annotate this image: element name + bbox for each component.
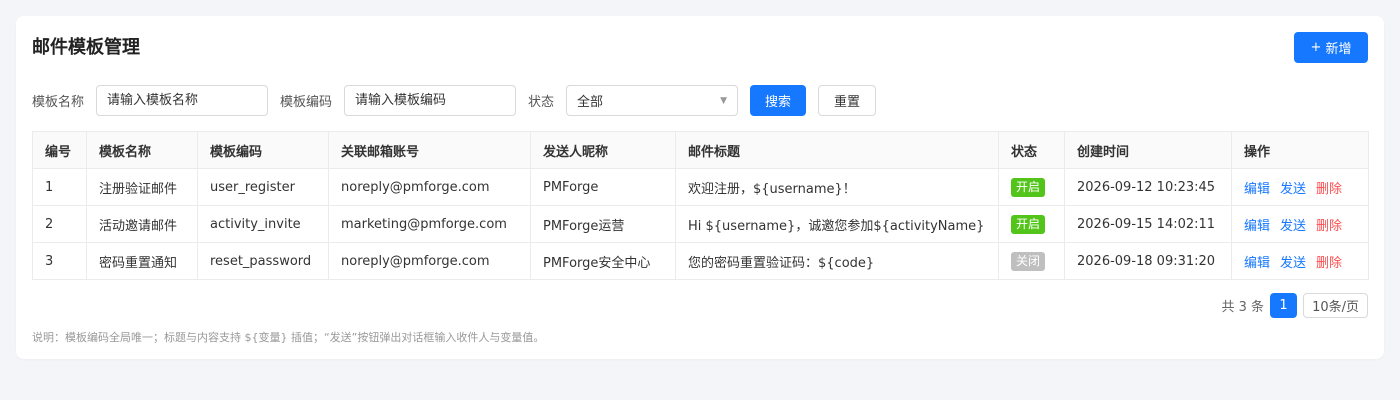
chevron-down-icon: ▼ bbox=[720, 95, 728, 106]
column-header-name: 模板名称 bbox=[86, 131, 198, 169]
cell-id: 1 bbox=[32, 168, 87, 206]
status-select-value: 全部 bbox=[577, 95, 604, 110]
delete-link[interactable]: 删除 bbox=[1316, 219, 1342, 234]
cell-subject: 欢迎注册，${username}！ bbox=[675, 168, 999, 206]
cell-sender: PMForge安全中心 bbox=[530, 242, 676, 280]
column-header-actions: 操作 bbox=[1231, 131, 1369, 169]
cell-id: 2 bbox=[32, 205, 87, 243]
cell-actions: 编辑 发送 删除 bbox=[1231, 242, 1369, 280]
cell-actions: 编辑 发送 删除 bbox=[1231, 168, 1369, 206]
cell-email: marketing@pmforge.com bbox=[328, 205, 531, 243]
cell-name: 注册验证邮件 bbox=[86, 168, 198, 206]
edit-link[interactable]: 编辑 bbox=[1244, 219, 1270, 234]
cell-created: 2026-09-15 14:02:11 bbox=[1064, 205, 1232, 243]
status-badge: 开启 bbox=[1011, 214, 1046, 234]
cell-id: 3 bbox=[32, 242, 87, 280]
cell-email: noreply@pmforge.com bbox=[328, 168, 531, 206]
cell-created: 2026-09-12 10:23:45 bbox=[1064, 168, 1232, 206]
status-select[interactable]: 全部 ▼ bbox=[566, 85, 739, 116]
filter-bar: 模板名称 模板编码 状态 全部 ▼ 搜索 重置 bbox=[32, 85, 877, 116]
cell-subject: 您的密码重置验证码：${code} bbox=[675, 242, 999, 280]
send-link[interactable]: 发送 bbox=[1280, 182, 1306, 197]
pagination: 共 3 条 1 10条/页 bbox=[1222, 293, 1368, 318]
column-header-id: 编号 bbox=[32, 131, 87, 169]
cell-actions: 编辑 发送 删除 bbox=[1231, 205, 1369, 243]
reset-button[interactable]: 重置 bbox=[818, 85, 877, 116]
template-code-label: 模板编码 bbox=[280, 95, 333, 110]
plus-icon: + bbox=[1310, 40, 1322, 55]
cell-subject: Hi ${username}，诚邀您参加${activityName} bbox=[675, 205, 999, 243]
add-template-button[interactable]: + 新增 bbox=[1294, 32, 1368, 63]
edit-link[interactable]: 编辑 bbox=[1244, 256, 1270, 271]
status-badge: 关闭 bbox=[1011, 251, 1046, 271]
cell-status: 开启 bbox=[998, 168, 1065, 206]
status-badge: 开启 bbox=[1011, 177, 1046, 197]
template-name-label: 模板名称 bbox=[32, 95, 85, 110]
add-button-label: 新增 bbox=[1325, 42, 1352, 57]
cell-name: 密码重置通知 bbox=[86, 242, 198, 280]
template-name-input[interactable] bbox=[96, 85, 269, 116]
column-header-status: 状态 bbox=[998, 131, 1065, 169]
page-button-1[interactable]: 1 bbox=[1270, 293, 1298, 318]
column-header-sender: 发送人昵称 bbox=[530, 131, 676, 169]
cell-created: 2026-09-18 09:31:20 bbox=[1064, 242, 1232, 280]
search-button[interactable]: 搜索 bbox=[750, 85, 807, 116]
total-count: 共 3 条 bbox=[1221, 300, 1265, 315]
delete-link[interactable]: 删除 bbox=[1316, 182, 1342, 197]
template-code-input[interactable] bbox=[344, 85, 517, 116]
cell-email: noreply@pmforge.com bbox=[328, 242, 531, 280]
column-header-code: 模板编码 bbox=[197, 131, 329, 169]
delete-link[interactable]: 删除 bbox=[1316, 256, 1342, 271]
page-title: 邮件模板管理 bbox=[32, 37, 140, 58]
template-card: 邮件模板管理 + 新增 模板名称 模板编码 状态 全部 ▼ 搜索 重置 编号 模… bbox=[16, 16, 1384, 359]
table-row: 1 注册验证邮件 user_register noreply@pmforge.c… bbox=[32, 168, 1369, 206]
table-row: 2 活动邀请邮件 activity_invite marketing@pmfor… bbox=[32, 205, 1369, 243]
cell-code: reset_password bbox=[197, 242, 329, 280]
status-label: 状态 bbox=[528, 95, 555, 110]
table-row: 3 密码重置通知 reset_password noreply@pmforge.… bbox=[32, 242, 1369, 280]
column-header-email: 关联邮箱账号 bbox=[328, 131, 531, 169]
cell-status: 开启 bbox=[998, 205, 1065, 243]
column-header-subject: 邮件标题 bbox=[675, 131, 999, 169]
column-header-created: 创建时间 bbox=[1064, 131, 1232, 169]
cell-code: activity_invite bbox=[197, 205, 329, 243]
cell-sender: PMForge bbox=[530, 168, 676, 206]
page-size-select[interactable]: 10条/页 bbox=[1303, 293, 1368, 318]
send-link[interactable]: 发送 bbox=[1280, 256, 1306, 271]
cell-code: user_register bbox=[197, 168, 329, 206]
help-note: 说明：模板编码全局唯一；标题与内容支持 ${变量} 插值；“发送”按钮弹出对话框… bbox=[32, 331, 545, 344]
table-header-row: 编号 模板名称 模板编码 关联邮箱账号 发送人昵称 邮件标题 状态 创建时间 操… bbox=[32, 131, 1369, 169]
cell-status: 关闭 bbox=[998, 242, 1065, 280]
cell-sender: PMForge运营 bbox=[530, 205, 676, 243]
send-link[interactable]: 发送 bbox=[1280, 219, 1306, 234]
edit-link[interactable]: 编辑 bbox=[1244, 182, 1270, 197]
cell-name: 活动邀请邮件 bbox=[86, 205, 198, 243]
template-table: 编号 模板名称 模板编码 关联邮箱账号 发送人昵称 邮件标题 状态 创建时间 操… bbox=[32, 131, 1369, 280]
